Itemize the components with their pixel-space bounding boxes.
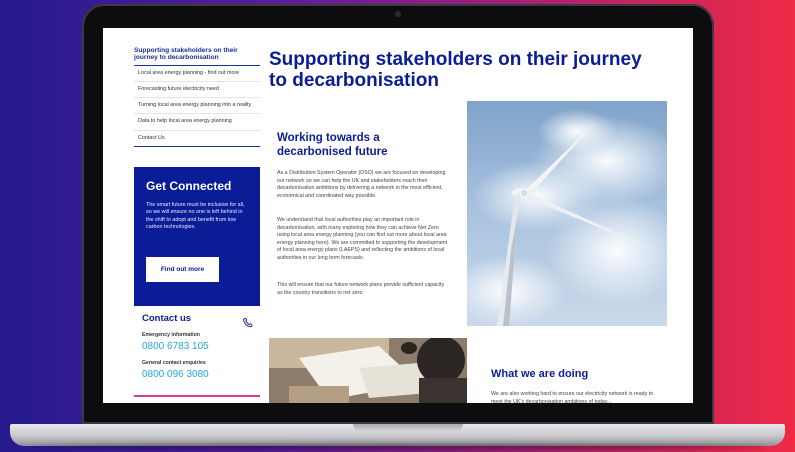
laptop-base	[10, 424, 785, 446]
phone-icon	[243, 317, 253, 328]
pink-divider	[134, 395, 260, 397]
find-out-more-button[interactable]: Find out more	[146, 257, 219, 282]
general-phone-link[interactable]: 0800 096 3080	[134, 369, 260, 380]
wind-turbine-image	[467, 101, 667, 326]
sidebar-title[interactable]: Supporting stakeholders on their journey…	[134, 47, 260, 66]
emergency-label: Emergency information	[142, 332, 200, 338]
paragraph-dso: As a Distribution System Operator (DSO) …	[277, 170, 446, 199]
get-connected-text: The smart future must be inclusive for a…	[146, 202, 245, 230]
laptop-notch	[353, 424, 463, 431]
people-planning-photo	[269, 338, 467, 403]
sidebar-nav: Supporting stakeholders on their journey…	[134, 47, 260, 147]
get-connected-panel: Get Connected The smart future must be i…	[134, 167, 260, 306]
sidebar-item-contact-us[interactable]: Contact Us	[134, 131, 260, 147]
what-we-are-doing-title: What we are doing	[491, 368, 589, 380]
contact-section: Contact us Emergency information 0800 67…	[134, 313, 260, 380]
sidebar-item-turning-planning-reality[interactable]: Turning local area energy planning into …	[134, 98, 260, 115]
get-connected-title: Get Connected	[146, 179, 232, 193]
sidebar-item-forecasting[interactable]: Forecasting future electricity need	[134, 82, 260, 99]
paragraph-network-plans: This will ensure that our future network…	[277, 282, 445, 296]
page-title: Supporting stakeholders on their journey…	[269, 49, 642, 92]
section-title: Working towards a decarbonised future	[277, 132, 388, 158]
sidebar-item-local-area-planning[interactable]: Local area energy planning - find out mo…	[134, 66, 260, 82]
what-we-are-doing-text: We are also working hard to ensure our e…	[491, 391, 654, 403]
emergency-phone-link[interactable]: 0800 6783 105	[134, 341, 260, 352]
laptop-shadow	[30, 444, 765, 450]
camera-icon	[395, 11, 401, 17]
general-enquiries-label: General contact enquiries	[142, 360, 206, 366]
paragraph-local-authorities: We understand that local authorities pla…	[277, 217, 448, 261]
website-screen: Supporting stakeholders on their journey…	[103, 28, 693, 403]
sidebar-item-data[interactable]: Data to help local area energy planning	[134, 114, 260, 131]
